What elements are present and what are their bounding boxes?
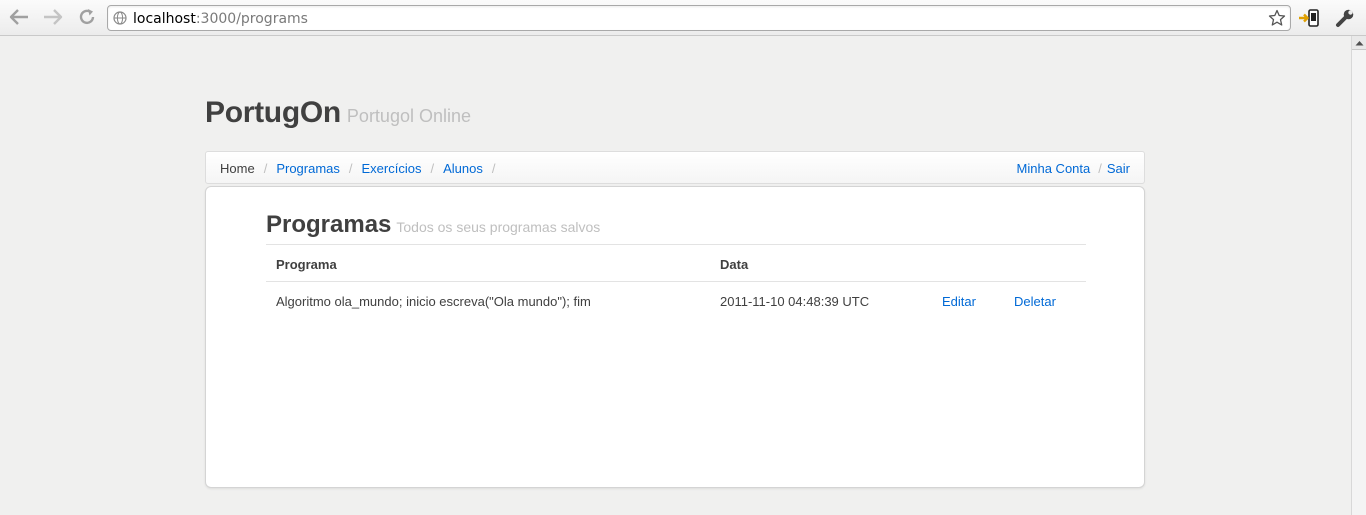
globe-icon [113,11,127,30]
brand: PortugOn Portugol Online [205,96,471,130]
program-cell: Algoritmo ola_mundo; inicio escreva("Ola… [276,294,591,309]
column-header-programa: Programa [276,257,337,272]
page-subtitle: Todos os seus programas salvos [396,219,601,235]
scroll-up-icon[interactable] [1352,36,1366,50]
breadcrumb-links: Home / Programas / Exercícios / Alunos / [220,161,504,176]
breadcrumb-exercicios[interactable]: Exercícios [362,161,422,176]
breadcrumb: Home / Programas / Exercícios / Alunos / Minha … [205,151,1145,184]
column-header-data: Data [720,257,749,272]
page-title: Programas [266,211,392,238]
page-header: Programas Todos os seus programas salvos [266,211,1086,245]
breadcrumb-divider: / [263,161,268,176]
url-path: :3000/programs [195,11,308,27]
vertical-scrollbar[interactable] [1351,36,1366,515]
programs-table: Programa Data Algoritmo ola_mundo; inici… [266,245,1086,322]
wrench-icon[interactable] [1334,7,1356,29]
table-row: Algoritmo ola_mundo; inicio escreva("Ola… [266,282,1086,322]
bookmark-star-icon[interactable] [1268,9,1286,32]
back-icon[interactable] [6,5,32,29]
account-links: Minha Conta / Sair [1017,161,1130,176]
content-panel: Programas Todos os seus programas salvos … [205,186,1145,488]
edit-link[interactable]: Editar [942,294,976,309]
forward-icon[interactable] [40,5,66,29]
date-cell: 2011-11-10 04:48:39 UTC [720,294,870,309]
breadcrumb-home[interactable]: Home [220,161,255,176]
my-account-link[interactable]: Minha Conta [1017,161,1091,176]
brand-subtitle: Portugol Online [346,106,471,126]
url-text: localhost:3000/programs [133,11,308,27]
logout-link[interactable]: Sair [1107,161,1130,176]
url-host: localhost [133,11,196,27]
delete-link[interactable]: Deletar [1014,294,1056,309]
breadcrumb-programas[interactable]: Programas [276,161,340,176]
account-divider: / [1098,161,1102,176]
extension-icon[interactable] [1298,7,1320,29]
breadcrumb-divider: / [491,161,496,176]
browser-toolbar: localhost:3000/programs [0,0,1366,36]
breadcrumb-divider: / [430,161,435,176]
table-header-row: Programa Data [266,245,1086,282]
reload-icon[interactable] [74,5,100,29]
brand-title[interactable]: PortugOn [205,96,341,129]
address-bar[interactable]: localhost:3000/programs [107,5,1291,31]
breadcrumb-divider: / [348,161,353,176]
breadcrumb-alunos[interactable]: Alunos [443,161,483,176]
